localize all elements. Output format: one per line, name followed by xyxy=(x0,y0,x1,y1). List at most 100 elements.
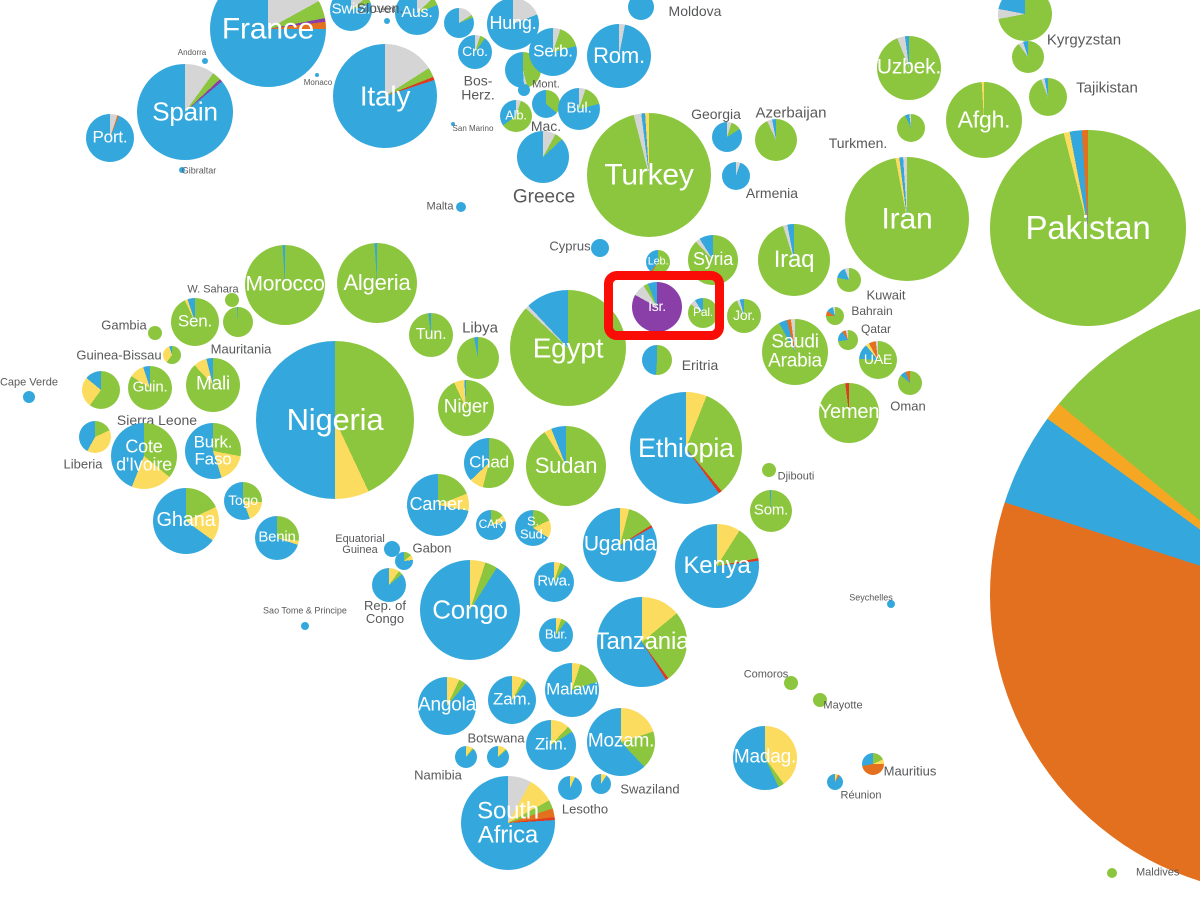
country-pie-morocco[interactable]: Morocco xyxy=(245,245,325,325)
country-dot-andorra[interactable] xyxy=(202,58,208,64)
country-pie-gabonpie[interactable] xyxy=(395,552,413,570)
country-dot-comoros[interactable] xyxy=(784,676,798,690)
country-pie-angola[interactable]: Angola xyxy=(418,677,476,735)
country-pie-niger[interactable]: Niger xyxy=(438,380,494,436)
country-pie-burkina-faso[interactable]: Burk. Faso xyxy=(185,423,241,479)
country-dot-mayotte[interactable] xyxy=(813,693,827,707)
country-pie-mali[interactable]: Mali xyxy=(186,358,240,412)
country-pie-nigeria[interactable]: Nigeria xyxy=(256,341,414,499)
country-pie-iran[interactable]: Iran xyxy=(845,157,969,281)
country-pie-burundi[interactable]: Bur. xyxy=(539,618,573,652)
country-pie-omanpie[interactable] xyxy=(898,371,922,395)
country-pie-india[interactable]: In xyxy=(990,295,1200,895)
country-pie-portugal[interactable]: Port. xyxy=(86,114,134,162)
country-pie-repcongopie[interactable] xyxy=(372,568,406,602)
country-dot-gibraltar[interactable] xyxy=(179,167,185,173)
country-pie-italy[interactable]: Italy xyxy=(333,44,437,148)
country-pie-lesothopie[interactable] xyxy=(558,776,582,800)
country-pie-botswanapie[interactable] xyxy=(487,746,509,768)
country-pie-armeniapie[interactable] xyxy=(722,162,750,190)
country-dot-djibouti[interactable] xyxy=(762,463,776,477)
country-dot-san-marino[interactable] xyxy=(451,122,455,126)
country-pie-cote-d-ivoire[interactable]: Cote d'Ivoire xyxy=(111,423,177,489)
country-dot-montenegro[interactable] xyxy=(518,84,530,96)
country-pie-zimbabwe[interactable]: Zim. xyxy=(526,720,576,770)
country-pie-rwanda[interactable]: Rwa. xyxy=(534,562,574,602)
country-pie-jordan[interactable]: Jor. xyxy=(727,299,761,333)
country-pie-benin[interactable]: Benin xyxy=(255,516,299,560)
country-pie-guineabissaupie[interactable] xyxy=(163,346,181,364)
country-pie-sudan[interactable]: Sudan xyxy=(526,426,606,506)
country-pie-reunionpie[interactable] xyxy=(827,774,843,790)
country-pie-azerbaijanpie[interactable] xyxy=(755,119,797,161)
country-dot-w-sahara[interactable] xyxy=(225,293,239,307)
country-dot-cyprus[interactable] xyxy=(591,239,609,257)
country-pie-car[interactable]: CAR xyxy=(476,510,506,540)
country-pie-liberiapie[interactable] xyxy=(79,421,111,453)
country-pie-libyapie[interactable] xyxy=(457,337,499,379)
country-pie-yemen[interactable]: Yemen xyxy=(819,383,879,443)
country-pie-namibiapie[interactable] xyxy=(455,746,477,768)
country-pie-afghanistan[interactable]: Afgh. xyxy=(946,82,1022,158)
country-pie-algeria[interactable]: Algeria xyxy=(337,243,417,323)
country-pie-senegal[interactable]: Sen. xyxy=(171,298,219,346)
country-dot-seychelles[interactable] xyxy=(887,600,895,608)
country-pie-somalia[interactable]: Som. xyxy=(750,490,792,532)
country-pie-ethiopia[interactable]: Ethiopia xyxy=(630,392,742,504)
country-pie-zambia[interactable]: Zam. xyxy=(488,676,536,724)
country-pie-france[interactable]: France xyxy=(210,0,326,87)
country-pie-mozambique[interactable]: Mozam. xyxy=(587,708,655,776)
country-pie-bahrainpie[interactable] xyxy=(826,307,844,325)
country-pie-kuwaitpie[interactable] xyxy=(837,268,861,292)
country-pie-saudi-arabia[interactable]: Saudi Arabia xyxy=(762,319,828,385)
country-pie-turkmenpie[interactable] xyxy=(897,114,925,142)
country-pie-turkey[interactable]: Turkey xyxy=(587,113,711,237)
country-pie-uganda[interactable]: Uganda xyxy=(583,508,657,582)
legend-dot-maldives[interactable] xyxy=(1107,868,1117,878)
country-pie-georgiapie[interactable] xyxy=(712,122,742,152)
country-pie-sierraleonepie[interactable] xyxy=(82,371,120,409)
country-pie-kyrgyzpie[interactable] xyxy=(998,0,1052,41)
country-pie-greecepie[interactable] xyxy=(517,131,569,183)
country-dot-gambia[interactable] xyxy=(148,326,162,340)
country-dot-monaco[interactable] xyxy=(315,73,319,77)
country-pie-croatia[interactable]: Cro. xyxy=(458,35,492,69)
country-pie-spain[interactable]: Spain xyxy=(137,64,233,160)
country-pie-mauritiuspie[interactable] xyxy=(862,753,884,775)
country-pie-qatarpie[interactable] xyxy=(838,330,858,350)
country-pie-tajikpie[interactable] xyxy=(1012,41,1044,73)
country-pie-tajikpie2[interactable] xyxy=(1029,78,1067,116)
country-pie-ghana[interactable]: Ghana xyxy=(153,488,219,554)
country-pie-albania[interactable]: Alb. xyxy=(500,100,532,132)
country-pie-serbia[interactable]: Serb. xyxy=(529,28,577,76)
country-pie-tunisia[interactable]: Tun. xyxy=(409,313,453,357)
country-pie-madagascar[interactable]: Madag. xyxy=(733,726,797,790)
country-pie-chad[interactable]: Chad xyxy=(464,438,514,488)
country-pie-south-sudan[interactable]: S. Sud. xyxy=(515,510,551,546)
country-pie-uzbekistan[interactable]: Uzbek. xyxy=(877,36,941,100)
country-pie-romania[interactable]: Rom. xyxy=(587,24,651,88)
country-pie-cameroon[interactable]: Camer. xyxy=(407,474,469,536)
country-pie-mauritaniapie[interactable] xyxy=(223,307,253,337)
country-pie-switzerland[interactable]: Switz. xyxy=(330,0,372,31)
country-pie-pakistan[interactable]: Pakistan xyxy=(990,130,1186,326)
country-dot-liechtenstein[interactable] xyxy=(384,18,390,24)
country-pie-swazilandpie[interactable] xyxy=(591,774,611,794)
country-pie-congo[interactable]: Congo xyxy=(420,560,520,660)
country-dot-moldova[interactable] xyxy=(628,0,654,20)
country-pie-austria[interactable]: Aus. xyxy=(395,0,439,35)
country-dot-malta[interactable] xyxy=(456,202,466,212)
country-pie-macedoniapie[interactable] xyxy=(532,90,560,118)
country-pie-bulgaria[interactable]: Bul. xyxy=(558,88,600,130)
country-pie-eritreapie[interactable] xyxy=(642,345,672,375)
country-pie-south-africa[interactable]: South Africa xyxy=(461,776,555,870)
country-dot-sao-tome-principe[interactable] xyxy=(301,622,309,630)
country-pie-malawi[interactable]: Malawi xyxy=(545,663,599,717)
country-dot-cape-verde[interactable] xyxy=(23,391,35,403)
country-pie-guinea[interactable]: Guin. xyxy=(128,366,172,410)
country-pie-tanzania[interactable]: Tanzania xyxy=(595,597,689,687)
country-pie-kenya[interactable]: Kenya xyxy=(675,524,759,608)
country-pie-iraq[interactable]: Iraq xyxy=(758,224,830,296)
country-pie-uae[interactable]: UAE xyxy=(859,341,897,379)
country-pie-sloveniapie[interactable] xyxy=(444,8,474,38)
